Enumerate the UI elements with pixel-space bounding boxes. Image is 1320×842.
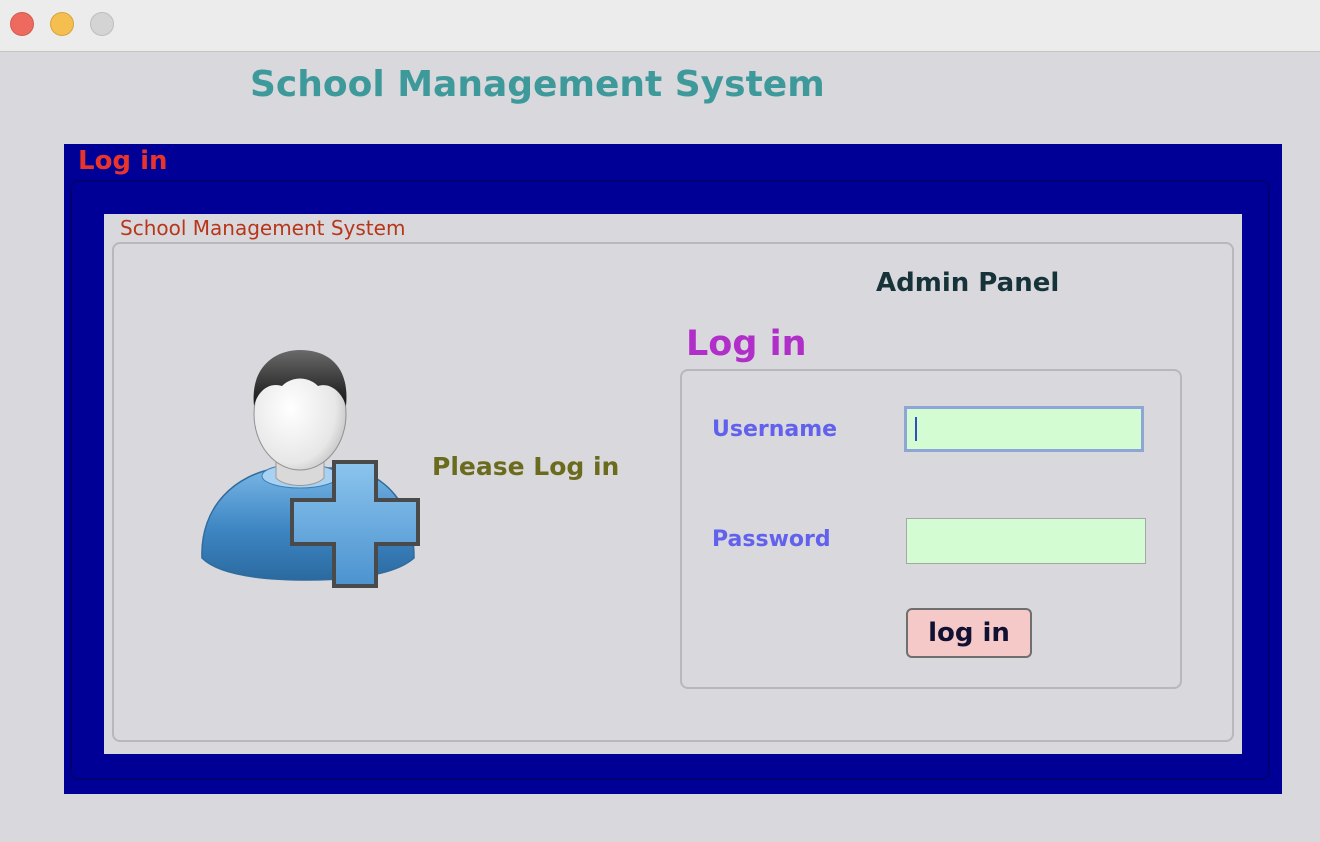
close-window-button[interactable]	[10, 12, 34, 36]
user-add-icon	[201, 350, 420, 588]
window-titlebar	[0, 0, 1320, 52]
minimize-window-button[interactable]	[50, 12, 74, 36]
content-panel-legend: School Management System	[118, 216, 408, 240]
username-label: Username	[712, 417, 838, 442]
login-heading: Log in	[686, 324, 807, 364]
app-window: School Management System Log in School M…	[0, 0, 1320, 842]
admin-panel-title: Admin Panel	[876, 268, 1060, 298]
maximize-window-button[interactable]	[90, 12, 114, 36]
password-label: Password	[712, 527, 831, 552]
login-form: Username Password log in	[680, 369, 1182, 689]
login-frame-title: Log in	[78, 146, 168, 176]
content-panel: School Management System Please Log in A…	[104, 214, 1242, 754]
username-input[interactable]	[904, 406, 1144, 452]
password-input[interactable]	[906, 518, 1146, 564]
text-cursor	[915, 417, 917, 441]
app-title: School Management System	[250, 64, 825, 105]
please-login-text: Please Log in	[432, 452, 620, 481]
login-button[interactable]: log in	[906, 608, 1032, 658]
